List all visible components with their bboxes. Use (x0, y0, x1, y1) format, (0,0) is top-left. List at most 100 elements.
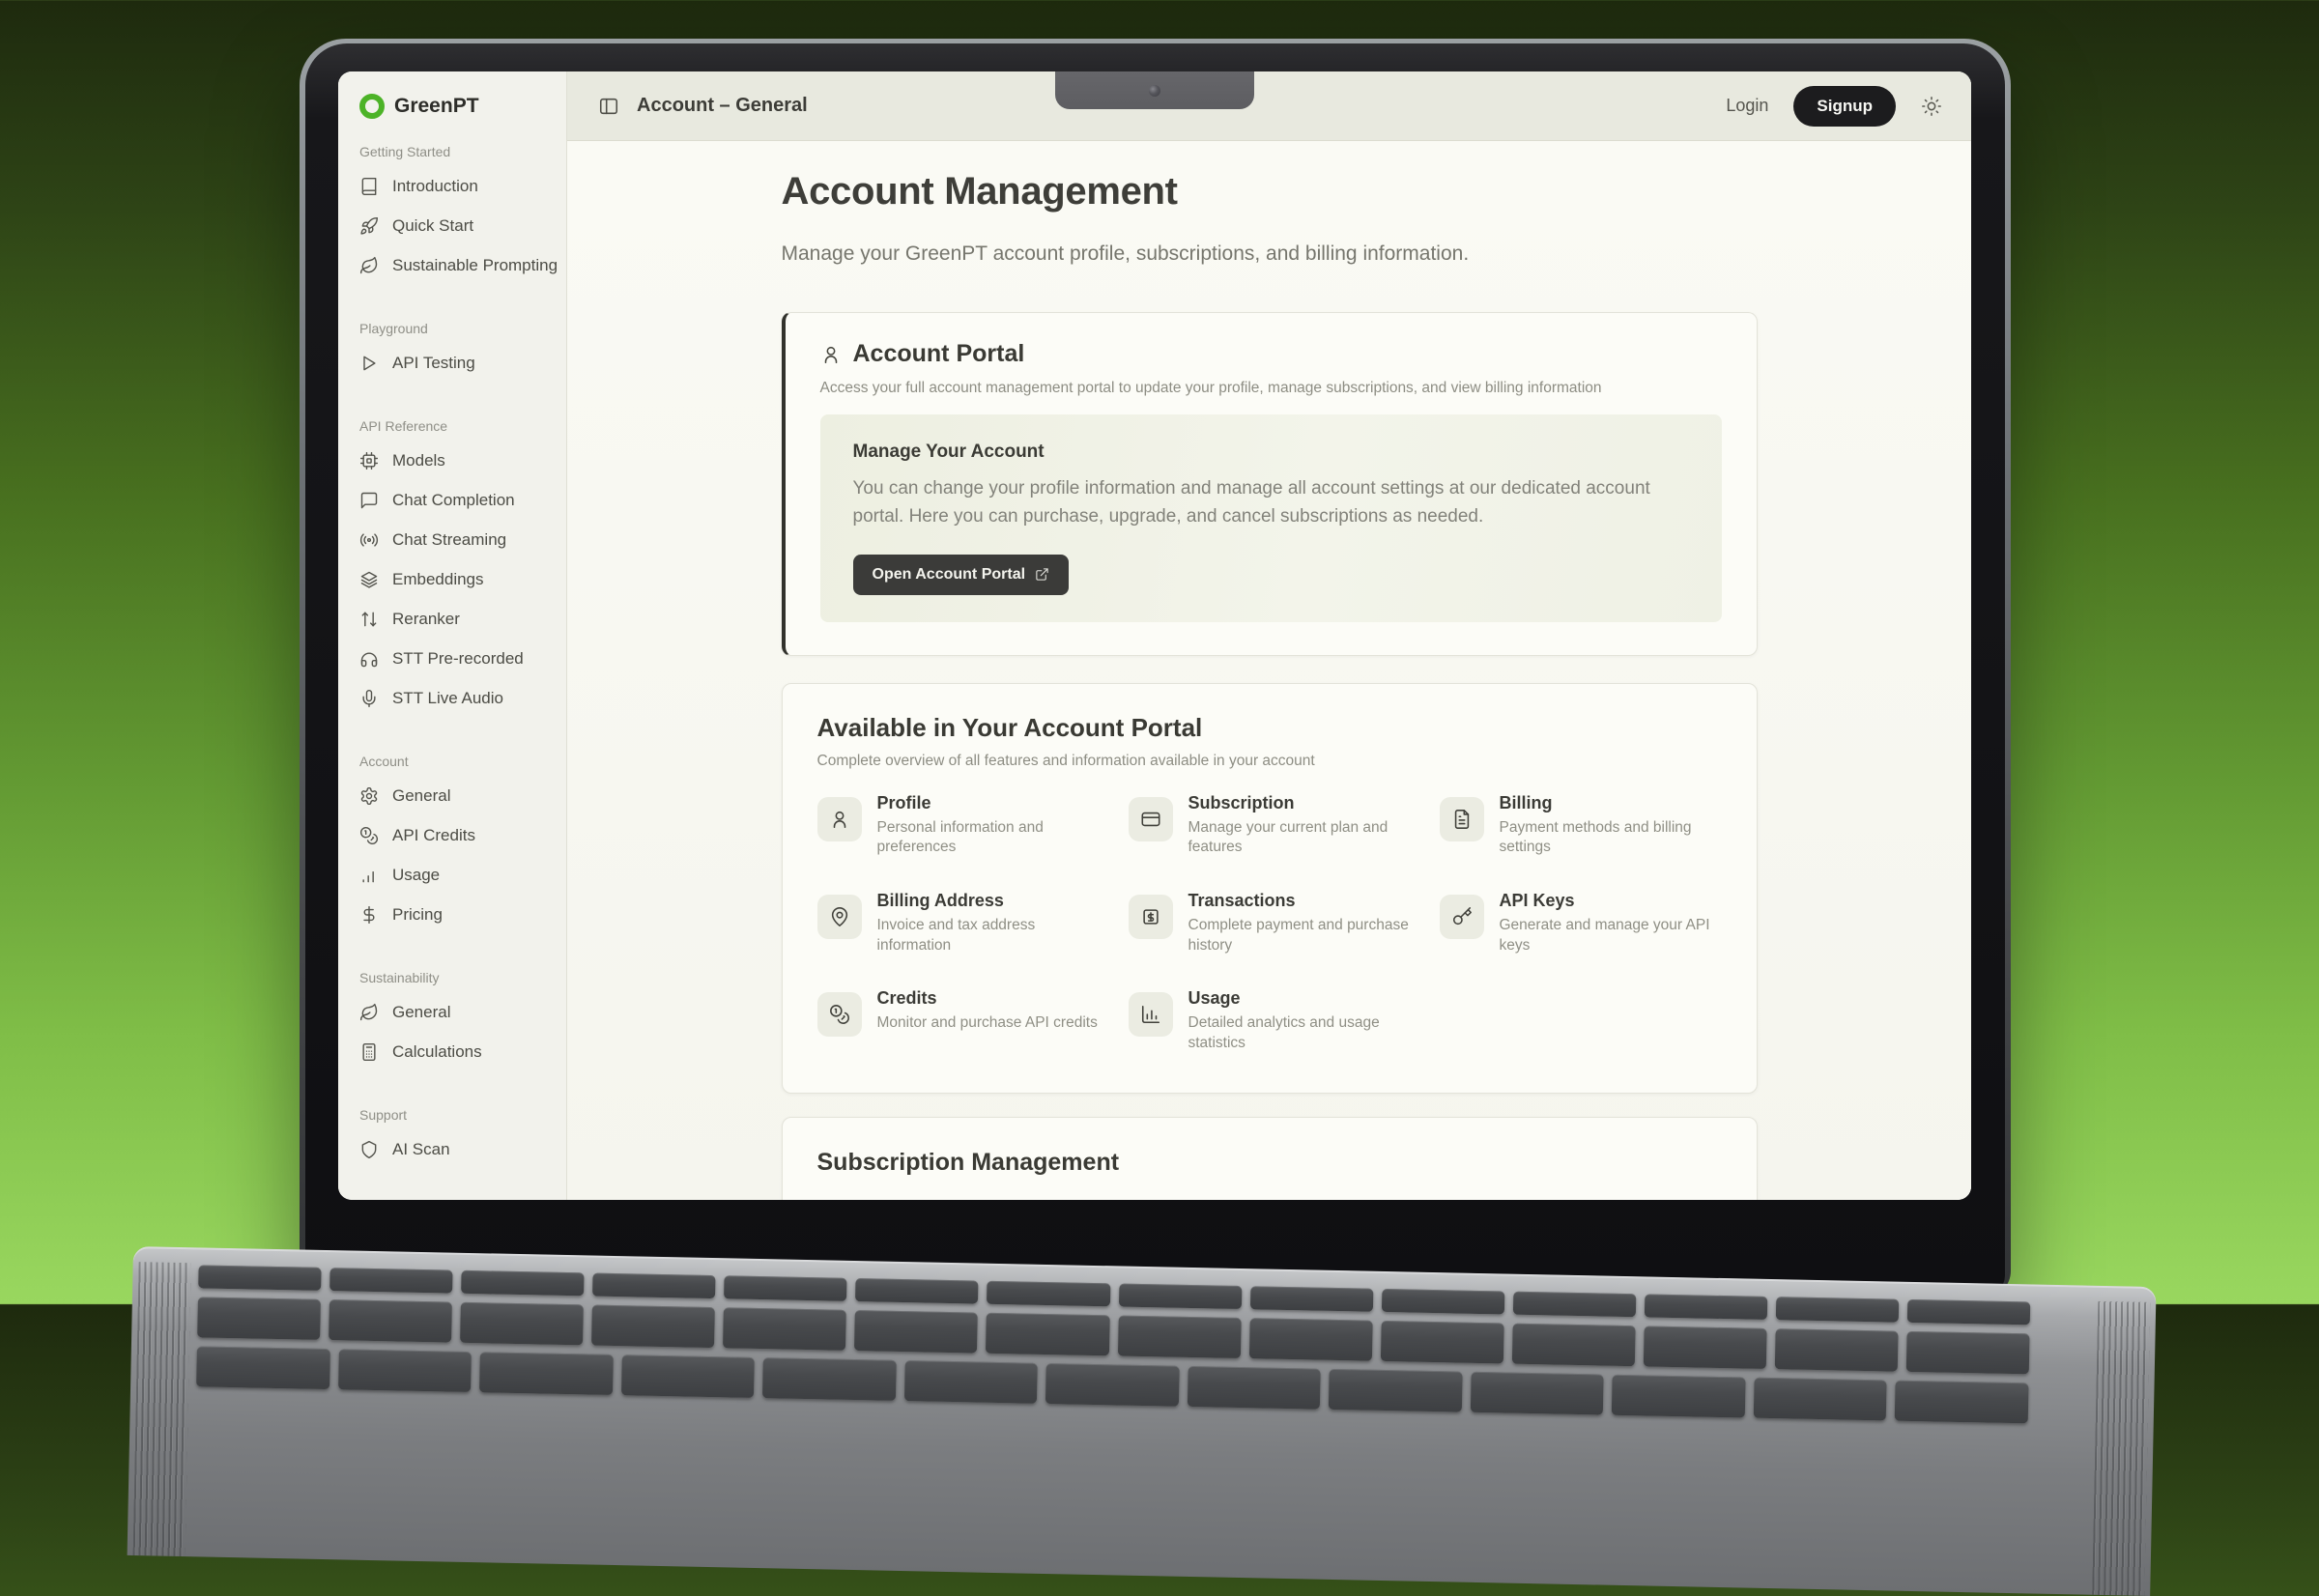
sidebar-item-label: General (392, 1003, 450, 1022)
feature-text: Billing Address Invoice and tax address i… (877, 891, 1100, 955)
key (1250, 1286, 1374, 1312)
sidebar-item-getting-started-quick-start[interactable]: Quick Start (338, 206, 566, 245)
key (987, 1281, 1110, 1307)
key (1645, 1294, 1768, 1320)
signup-button[interactable]: Signup (1793, 86, 1896, 127)
keyboard (196, 1265, 2030, 1423)
key (1329, 1369, 1462, 1412)
feature-title: API Keys (1500, 891, 1722, 911)
sidebar-item-getting-started-sustainable-prompting[interactable]: Sustainable Prompting (338, 245, 566, 285)
sidebar-item-account-api-credits[interactable]: API Credits (338, 815, 566, 855)
feature-description: Invoice and tax address information (877, 916, 1100, 955)
sidebar-item-playground-api-testing[interactable]: API Testing (338, 343, 566, 383)
laptop-screen: GreenPT Getting Started Introduction Quick… (338, 71, 1971, 1200)
sidebar-section-api-reference: API ReferenceModelsChat CompletionChat S… (338, 417, 566, 718)
topbar: Account – General Login Signup (567, 71, 1971, 141)
sidebar-item-sustainability-general[interactable]: General (338, 992, 566, 1032)
feature-title: Usage (1188, 988, 1411, 1009)
rocket-icon (359, 216, 379, 236)
sidebar: GreenPT Getting Started Introduction Quick… (338, 71, 567, 1200)
sidebar-item-label: Chat Streaming (392, 530, 506, 550)
feature-description: Personal information and preferences (877, 818, 1100, 858)
login-link[interactable]: Login (1726, 96, 1768, 116)
sidebar-item-api-reference-embeddings[interactable]: Embeddings (338, 559, 566, 599)
key (198, 1265, 322, 1291)
sidebar-section-label: Getting Started (338, 143, 566, 160)
subscription-card-title: Subscription Management (817, 1149, 1722, 1177)
main-area: Account – General Login Signup Account M… (567, 71, 1971, 1200)
sidebar-item-api-reference-chat-streaming[interactable]: Chat Streaming (338, 520, 566, 559)
key (196, 1346, 329, 1389)
shield-icon (359, 1140, 379, 1159)
mic-icon (359, 689, 379, 708)
feature-description: Generate and manage your API keys (1500, 916, 1722, 955)
key (1906, 1331, 2030, 1375)
sidebar-item-api-reference-reranker[interactable]: Reranker (338, 599, 566, 639)
key (854, 1310, 978, 1354)
play-icon (359, 354, 379, 373)
sidebar-item-label: Introduction (392, 177, 478, 196)
sidebar-item-label: Pricing (392, 905, 443, 925)
content-scroll[interactable]: Account Management Manage your GreenPT a… (567, 141, 1971, 1200)
sidebar-item-account-general[interactable]: General (338, 776, 566, 815)
sidebar-item-support-ai-scan[interactable]: AI Scan (338, 1129, 566, 1169)
invoice-icon (1440, 797, 1484, 841)
key (1381, 1321, 1504, 1364)
sidebar-section-account: AccountGeneralAPI CreditsUsagePricing (338, 753, 566, 934)
brand-logo[interactable]: GreenPT (338, 93, 566, 120)
key (1382, 1289, 1505, 1315)
key (460, 1302, 584, 1346)
sort-icon (359, 610, 379, 629)
key (197, 1297, 321, 1340)
key (724, 1275, 847, 1301)
open-account-portal-label: Open Account Portal (873, 566, 1026, 584)
credit-card-icon (1129, 797, 1173, 841)
sidebar-item-api-reference-stt-live-audio[interactable]: STT Live Audio (338, 678, 566, 718)
sidebar-item-label: Reranker (392, 610, 460, 629)
feature-profile: ProfilePersonal information and preferen… (817, 793, 1100, 858)
page-title: Account Management (782, 170, 1758, 214)
subscription-card: Subscription Management (782, 1117, 1758, 1200)
feature-description: Detailed analytics and usage statistics (1188, 1013, 1411, 1053)
feature-title: Subscription (1188, 793, 1411, 813)
manage-account-body: You can change your profile information … (853, 474, 1689, 531)
feature-description: Monitor and purchase API credits (877, 1013, 1098, 1034)
key-icon (1440, 895, 1484, 939)
key (1045, 1363, 1179, 1407)
sidebar-item-sustainability-calculations[interactable]: Calculations (338, 1032, 566, 1071)
feature-text: TransactionsComplete payment and purchas… (1188, 891, 1411, 955)
sidebar-item-api-reference-stt-pre-recorded[interactable]: STT Pre-recorded (338, 639, 566, 678)
sidebar-item-account-usage[interactable]: Usage (338, 855, 566, 895)
key (329, 1299, 452, 1343)
sidebar-item-account-pricing[interactable]: Pricing (338, 895, 566, 934)
key (479, 1352, 613, 1395)
sidebar-section-label: Support (338, 1106, 566, 1124)
sidebar-item-label: Usage (392, 866, 440, 885)
sidebar-toggle-icon[interactable] (598, 96, 619, 117)
key (329, 1268, 453, 1294)
feature-title: Billing Address (877, 891, 1100, 911)
bars-icon (359, 866, 379, 885)
page-content: Account Management Manage your GreenPT a… (782, 141, 1758, 1200)
account-portal-header: Account Portal (820, 340, 1722, 368)
sidebar-item-api-reference-chat-completion[interactable]: Chat Completion (338, 480, 566, 520)
key (1512, 1324, 1636, 1367)
key (1644, 1325, 1767, 1369)
chat-icon (359, 491, 379, 510)
feature-text: API Keys Generate and manage your API key… (1500, 891, 1722, 955)
topbar-actions: Login Signup (1726, 86, 1942, 127)
key (1754, 1378, 1887, 1421)
open-account-portal-button[interactable]: Open Account Portal (853, 555, 1070, 595)
feature-text: ProfilePersonal information and preferen… (877, 793, 1100, 858)
sidebar-section-getting-started: Getting Started Introduction Quick StartSu… (338, 143, 566, 285)
calculator-icon (359, 1042, 379, 1062)
sidebar-item-getting-started-introduction[interactable]: Introduction (338, 166, 566, 206)
sidebar-item-api-reference-models[interactable]: Models (338, 441, 566, 480)
key (461, 1270, 585, 1297)
feature-title: Credits (877, 988, 1098, 1009)
sidebar-nav: Getting StartedIntroductionQuick StartSu… (338, 143, 566, 1169)
sidebar-item-label: Embeddings (392, 570, 484, 589)
sun-icon[interactable] (1921, 96, 1942, 117)
page-subtitle: Manage your GreenPT account profile, sub… (782, 242, 1758, 266)
key (762, 1357, 896, 1401)
